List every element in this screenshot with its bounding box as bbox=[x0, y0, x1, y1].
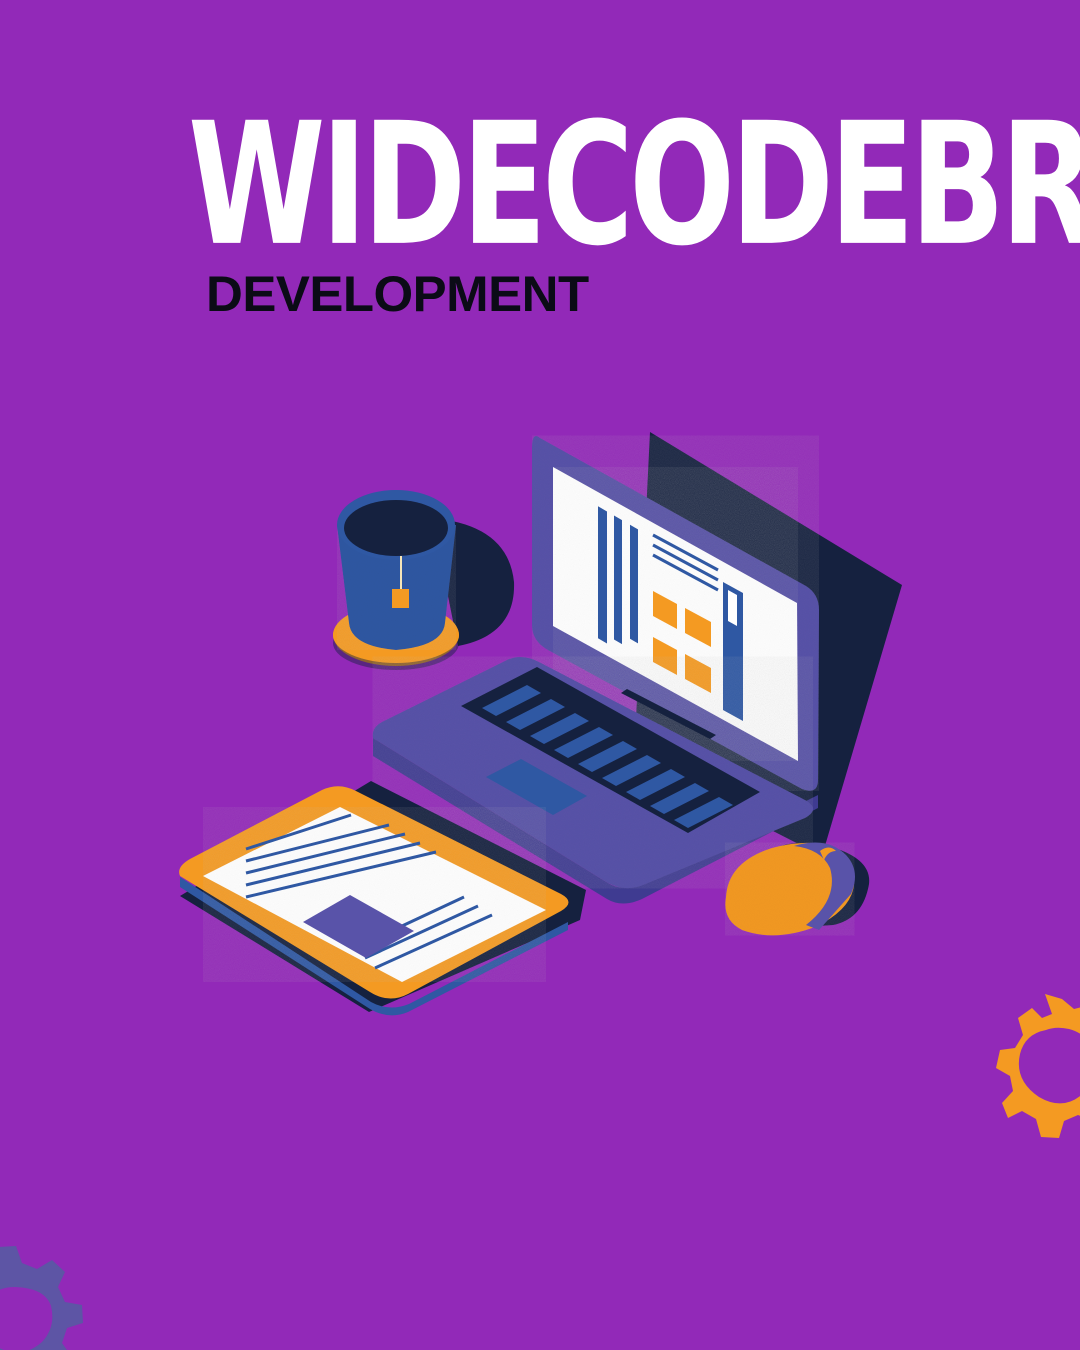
mouse-group bbox=[725, 842, 870, 936]
laptop-display bbox=[553, 467, 798, 761]
screen-bar-2 bbox=[614, 515, 622, 645]
tea-cup-shadow bbox=[430, 518, 515, 646]
laptop-base bbox=[372, 656, 813, 889]
tea-cup-group bbox=[333, 490, 515, 670]
screen-tile-4 bbox=[685, 654, 711, 693]
brand-title: WIDECODEBR bbox=[188, 86, 1080, 284]
tablet-screen bbox=[203, 807, 546, 982]
screen-tile-1 bbox=[653, 591, 677, 629]
gear-icon-bottom-left bbox=[0, 1246, 83, 1350]
brand-subtitle: DEVELOPMENT bbox=[206, 266, 589, 322]
tablet-shadow bbox=[180, 781, 586, 1012]
laptop-keyboard bbox=[461, 667, 760, 833]
gear-icon bbox=[996, 994, 1080, 1138]
screen-tile-2 bbox=[685, 608, 711, 647]
laptop-hinge bbox=[621, 689, 716, 739]
laptop-screen-back bbox=[532, 435, 819, 791]
tablet-frame bbox=[179, 786, 569, 999]
tablet-text-lines bbox=[245, 813, 493, 970]
mouse-top-panel bbox=[794, 842, 855, 930]
laptop-shadow bbox=[634, 432, 902, 856]
screen-line-3 bbox=[652, 553, 719, 592]
tablet-image-block bbox=[303, 895, 414, 958]
screen-scroll-thumb bbox=[728, 590, 737, 626]
mouse-wheel bbox=[820, 847, 836, 860]
screen-line-2 bbox=[652, 543, 719, 582]
tablet-group bbox=[179, 781, 586, 1016]
laptop-trackpad bbox=[486, 759, 587, 815]
screen-scrollbar bbox=[723, 582, 743, 721]
coaster bbox=[333, 604, 459, 666]
coaster-top bbox=[333, 607, 459, 663]
gear-icon-right bbox=[996, 994, 1080, 1138]
tea-bag-tag bbox=[392, 589, 409, 608]
laptop-base-edge bbox=[373, 738, 818, 904]
mouse-shadow bbox=[737, 842, 870, 930]
screen-tile-3 bbox=[653, 637, 677, 675]
tablet-side bbox=[180, 877, 568, 1016]
mouse-body bbox=[725, 842, 855, 936]
tea-cup-body bbox=[337, 525, 456, 650]
screen-bar-1 bbox=[598, 506, 607, 644]
tea-surface bbox=[344, 500, 448, 556]
tea-cup-rim bbox=[337, 490, 455, 560]
screen-bar-3 bbox=[630, 524, 638, 644]
laptop-group bbox=[372, 432, 902, 904]
keyboard-keys bbox=[482, 685, 733, 828]
screen-line-1 bbox=[652, 533, 719, 572]
coaster-edge bbox=[333, 616, 459, 670]
gear-icon bbox=[0, 1246, 83, 1350]
